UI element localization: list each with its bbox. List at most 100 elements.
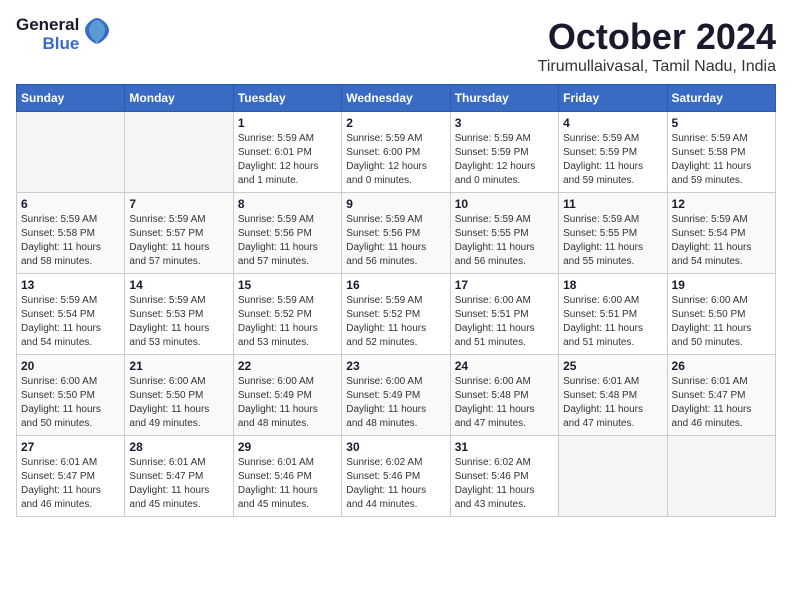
day-number: 18 xyxy=(563,278,662,292)
day-info: Sunrise: 6:01 AM Sunset: 5:47 PM Dayligh… xyxy=(129,456,228,512)
day-number: 14 xyxy=(129,278,228,292)
day-info: Sunrise: 6:00 AM Sunset: 5:51 PM Dayligh… xyxy=(563,294,662,350)
calendar-week-row: 6Sunrise: 5:59 AM Sunset: 5:58 PM Daylig… xyxy=(17,193,776,274)
calendar-cell: 8 Sunrise: 5:59 AM Sunset: 5:56 PM Daylig… xyxy=(233,193,341,274)
calendar-cell: 6Sunrise: 5:59 AM Sunset: 5:58 PM Daylig… xyxy=(17,193,125,274)
day-info: Sunrise: 6:01 AM Sunset: 5:47 PM Dayligh… xyxy=(21,456,120,512)
day-info: Sunrise: 6:00 AM Sunset: 5:50 PM Dayligh… xyxy=(21,375,120,431)
day-info: Sunrise: 5:59 AM Sunset: 5:54 PM Dayligh… xyxy=(672,213,771,269)
day-number: 12 xyxy=(672,197,771,211)
day-number: 17 xyxy=(455,278,554,292)
day-number: 29 xyxy=(238,440,337,454)
day-info: Sunrise: 5:59 AM Sunset: 5:55 PM Dayligh… xyxy=(455,213,554,269)
day-number: 22 xyxy=(238,359,337,373)
logo-bird-icon xyxy=(83,16,111,53)
calendar-cell: 17 Sunrise: 6:00 AM Sunset: 5:51 PM Dayli… xyxy=(450,274,558,355)
calendar-cell: 7 Sunrise: 5:59 AM Sunset: 5:57 PM Daylig… xyxy=(125,193,233,274)
title-area: October 2024 Tirumullaivasal, Tamil Nadu… xyxy=(538,16,776,76)
day-number: 9 xyxy=(346,197,445,211)
day-info: Sunrise: 5:59 AM Sunset: 5:55 PM Dayligh… xyxy=(563,213,662,269)
calendar-cell: 10 Sunrise: 5:59 AM Sunset: 5:55 PM Dayli… xyxy=(450,193,558,274)
day-number: 24 xyxy=(455,359,554,373)
calendar-cell: 11Sunrise: 5:59 AM Sunset: 5:55 PM Dayli… xyxy=(559,193,667,274)
day-number: 7 xyxy=(129,197,228,211)
day-info: Sunrise: 5:59 AM Sunset: 5:53 PM Dayligh… xyxy=(129,294,228,350)
column-header-friday: Friday xyxy=(559,85,667,112)
day-info: Sunrise: 5:59 AM Sunset: 5:52 PM Dayligh… xyxy=(238,294,337,350)
day-info: Sunrise: 5:59 AM Sunset: 5:57 PM Dayligh… xyxy=(129,213,228,269)
calendar-week-row: 13 Sunrise: 5:59 AM Sunset: 5:54 PM Dayli… xyxy=(17,274,776,355)
column-header-wednesday: Wednesday xyxy=(342,85,450,112)
day-info: Sunrise: 6:00 AM Sunset: 5:51 PM Dayligh… xyxy=(455,294,554,350)
calendar-cell: 9Sunrise: 5:59 AM Sunset: 5:56 PM Daylig… xyxy=(342,193,450,274)
day-number: 25 xyxy=(563,359,662,373)
day-number: 8 xyxy=(238,197,337,211)
calendar-cell xyxy=(17,112,125,193)
calendar-cell xyxy=(125,112,233,193)
calendar-cell xyxy=(559,436,667,517)
calendar-cell: 31 Sunrise: 6:02 AM Sunset: 5:46 PM Dayli… xyxy=(450,436,558,517)
logo-general: General xyxy=(16,16,79,35)
location-subtitle: Tirumullaivasal, Tamil Nadu, India xyxy=(538,58,776,76)
calendar-week-row: 1Sunrise: 5:59 AM Sunset: 6:01 PM Daylig… xyxy=(17,112,776,193)
calendar-cell: 2Sunrise: 5:59 AM Sunset: 6:00 PM Daylig… xyxy=(342,112,450,193)
calendar-cell: 28 Sunrise: 6:01 AM Sunset: 5:47 PM Dayli… xyxy=(125,436,233,517)
calendar-cell: 15 Sunrise: 5:59 AM Sunset: 5:52 PM Dayli… xyxy=(233,274,341,355)
calendar-cell: 21Sunrise: 6:00 AM Sunset: 5:50 PM Dayli… xyxy=(125,355,233,436)
day-number: 4 xyxy=(563,116,662,130)
day-number: 31 xyxy=(455,440,554,454)
column-header-thursday: Thursday xyxy=(450,85,558,112)
calendar-cell: 22 Sunrise: 6:00 AM Sunset: 5:49 PM Dayli… xyxy=(233,355,341,436)
calendar-cell: 24Sunrise: 6:00 AM Sunset: 5:48 PM Dayli… xyxy=(450,355,558,436)
day-info: Sunrise: 6:01 AM Sunset: 5:48 PM Dayligh… xyxy=(563,375,662,431)
day-number: 20 xyxy=(21,359,120,373)
day-number: 19 xyxy=(672,278,771,292)
logo-blue: Blue xyxy=(42,35,79,54)
column-header-saturday: Saturday xyxy=(667,85,775,112)
calendar-cell: 4 Sunrise: 5:59 AM Sunset: 5:59 PM Daylig… xyxy=(559,112,667,193)
calendar-cell: 27 Sunrise: 6:01 AM Sunset: 5:47 PM Dayli… xyxy=(17,436,125,517)
calendar-cell: 16Sunrise: 5:59 AM Sunset: 5:52 PM Dayli… xyxy=(342,274,450,355)
calendar-week-row: 27 Sunrise: 6:01 AM Sunset: 5:47 PM Dayli… xyxy=(17,436,776,517)
day-number: 26 xyxy=(672,359,771,373)
day-info: Sunrise: 6:00 AM Sunset: 5:50 PM Dayligh… xyxy=(129,375,228,431)
day-info: Sunrise: 5:59 AM Sunset: 5:58 PM Dayligh… xyxy=(672,132,771,188)
calendar-cell: 13 Sunrise: 5:59 AM Sunset: 5:54 PM Dayli… xyxy=(17,274,125,355)
day-number: 28 xyxy=(129,440,228,454)
day-number: 13 xyxy=(21,278,120,292)
day-info: Sunrise: 6:00 AM Sunset: 5:50 PM Dayligh… xyxy=(672,294,771,350)
header: General Blue October 2024 Tirumullaivasa… xyxy=(16,16,776,76)
column-header-sunday: Sunday xyxy=(17,85,125,112)
day-info: Sunrise: 5:59 AM Sunset: 5:59 PM Dayligh… xyxy=(455,132,554,188)
day-number: 15 xyxy=(238,278,337,292)
month-title: October 2024 xyxy=(538,16,776,58)
calendar-cell: 12 Sunrise: 5:59 AM Sunset: 5:54 PM Dayli… xyxy=(667,193,775,274)
calendar-table: SundayMondayTuesdayWednesdayThursdayFrid… xyxy=(16,84,776,517)
day-number: 3 xyxy=(455,116,554,130)
calendar-week-row: 20 Sunrise: 6:00 AM Sunset: 5:50 PM Dayli… xyxy=(17,355,776,436)
calendar-body: 1Sunrise: 5:59 AM Sunset: 6:01 PM Daylig… xyxy=(17,112,776,517)
calendar-cell: 5 Sunrise: 5:59 AM Sunset: 5:58 PM Daylig… xyxy=(667,112,775,193)
calendar-cell: 29 Sunrise: 6:01 AM Sunset: 5:46 PM Dayli… xyxy=(233,436,341,517)
day-info: Sunrise: 6:00 AM Sunset: 5:49 PM Dayligh… xyxy=(238,375,337,431)
day-number: 30 xyxy=(346,440,445,454)
day-info: Sunrise: 6:00 AM Sunset: 5:49 PM Dayligh… xyxy=(346,375,445,431)
calendar-cell: 3 Sunrise: 5:59 AM Sunset: 5:59 PM Daylig… xyxy=(450,112,558,193)
calendar-cell: 1Sunrise: 5:59 AM Sunset: 6:01 PM Daylig… xyxy=(233,112,341,193)
day-number: 27 xyxy=(21,440,120,454)
day-info: Sunrise: 5:59 AM Sunset: 5:59 PM Dayligh… xyxy=(563,132,662,188)
day-info: Sunrise: 6:02 AM Sunset: 5:46 PM Dayligh… xyxy=(455,456,554,512)
day-number: 10 xyxy=(455,197,554,211)
calendar-cell: 23 Sunrise: 6:00 AM Sunset: 5:49 PM Dayli… xyxy=(342,355,450,436)
day-info: Sunrise: 6:01 AM Sunset: 5:46 PM Dayligh… xyxy=(238,456,337,512)
column-header-tuesday: Tuesday xyxy=(233,85,341,112)
day-number: 5 xyxy=(672,116,771,130)
day-number: 2 xyxy=(346,116,445,130)
day-number: 6 xyxy=(21,197,120,211)
day-info: Sunrise: 5:59 AM Sunset: 5:56 PM Dayligh… xyxy=(238,213,337,269)
day-info: Sunrise: 6:01 AM Sunset: 5:47 PM Dayligh… xyxy=(672,375,771,431)
calendar-cell xyxy=(667,436,775,517)
column-header-monday: Monday xyxy=(125,85,233,112)
day-info: Sunrise: 5:59 AM Sunset: 5:54 PM Dayligh… xyxy=(21,294,120,350)
day-number: 23 xyxy=(346,359,445,373)
